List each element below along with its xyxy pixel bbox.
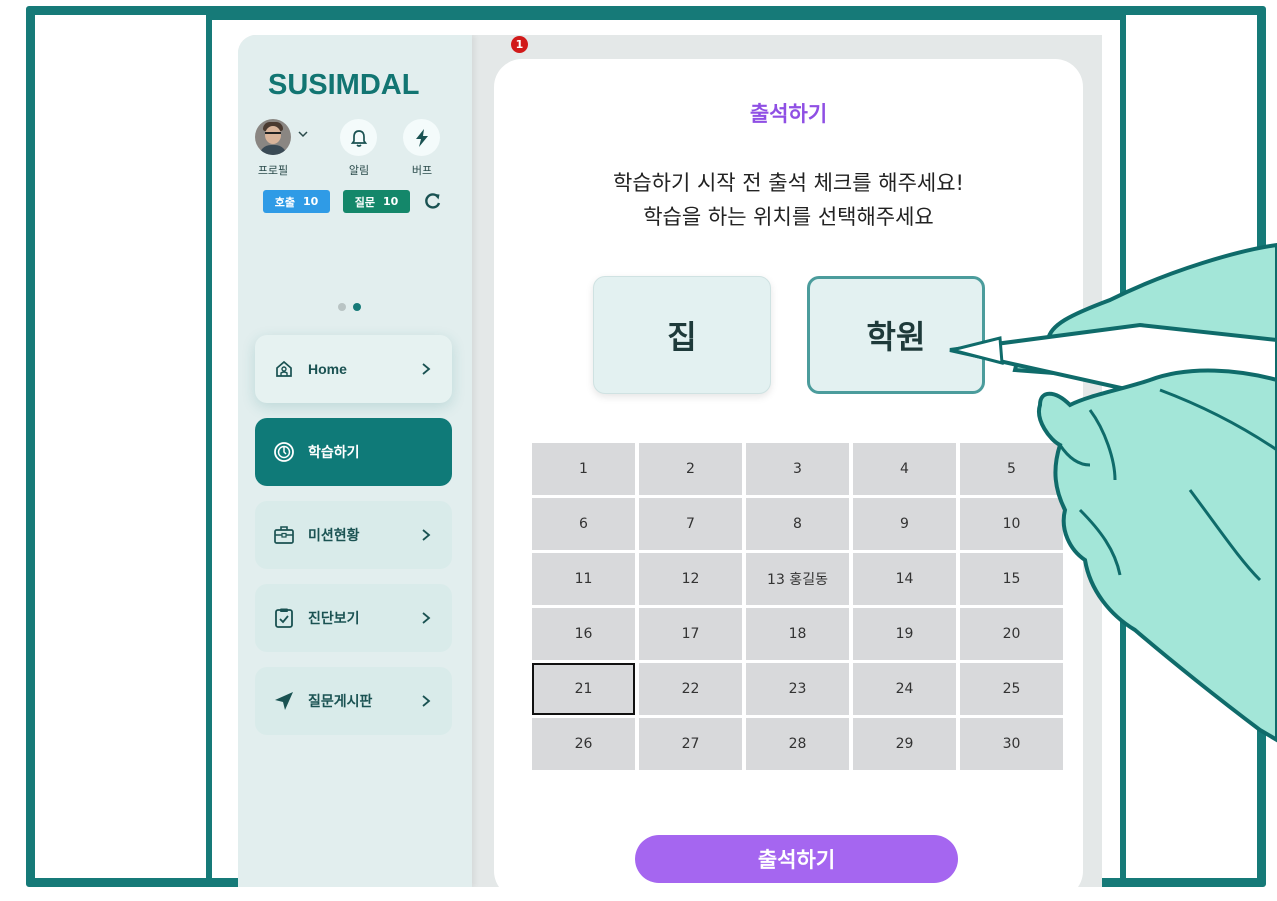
sidebar-item-mission[interactable]: 미션현황 [255,501,452,569]
send-icon [273,690,295,712]
home-icon [273,358,295,380]
sidebar-item-label: 학습하기 [308,445,360,461]
lightning-icon [415,128,428,147]
seat-cell[interactable]: 16 [532,608,635,660]
notification-badge[interactable]: 1 [511,36,528,53]
instruction-line-1: 학습하기 시작 전 출석 체크를 해주세요! [613,171,964,195]
bell-icon [350,129,367,147]
seat-cell[interactable]: 23 [746,663,849,715]
seat-cell[interactable]: 11 [532,553,635,605]
page-indicator [338,303,361,311]
refresh-icon[interactable] [424,192,442,210]
page-dot-active[interactable] [353,303,361,311]
location-home-button[interactable]: 집 [593,276,771,394]
seat-cell[interactable]: 26 [532,718,635,770]
sidebar: SUSIMDAL 프로필 알림 버프 호출 10 질문 10 Home 학습하기… [238,35,472,887]
sidebar-item-home[interactable]: Home [255,335,452,403]
chevron-down-icon[interactable] [298,129,308,139]
question-badge-count: 10 [382,195,399,208]
call-badge-label: 호출 [274,195,295,209]
seat-cell[interactable]: 2 [639,443,742,495]
sidebar-item-diagnosis[interactable]: 진단보기 [255,584,452,652]
sidebar-item-label: 진단보기 [308,611,360,627]
buff-label: 버프 [411,164,433,177]
sidebar-item-label: 질문게시판 [308,694,373,710]
seat-cell[interactable]: 17 [639,608,742,660]
attendance-submit-button[interactable]: 출석하기 [635,835,958,883]
brand-logo: SUSIMDAL [268,69,420,101]
chevron-right-icon [422,695,431,707]
alarm-label: 알림 [348,164,370,177]
sidebar-item-label: Home [308,361,347,377]
seat-cell[interactable]: 28 [746,718,849,770]
clipboard-check-icon [273,607,295,629]
seat-cell[interactable]: 8 [746,498,849,550]
sidebar-item-label: 미션현황 [308,528,360,544]
page-dot[interactable] [338,303,346,311]
hand-with-pen-illustration [949,242,1277,743]
seat-cell[interactable]: 7 [639,498,742,550]
sidebar-item-study[interactable]: 학습하기 [255,418,452,486]
seat-cell[interactable]: 13 홍길동 [746,553,849,605]
seat-cell[interactable]: 3 [746,443,849,495]
briefcase-icon [273,524,295,546]
chevron-right-icon [422,529,431,541]
seat-cell[interactable]: 18 [746,608,849,660]
instruction-line-2: 학습을 하는 위치를 선택해주세요 [643,205,934,229]
study-icon [273,441,295,463]
avatar[interactable] [255,119,291,155]
profile-label: 프로필 [257,164,289,177]
seat-cell[interactable]: 12 [639,553,742,605]
buff-button[interactable] [403,119,440,156]
frame-divider-top [206,14,1126,20]
seat-cell-selected[interactable]: 21 [532,663,635,715]
seat-cell[interactable]: 6 [532,498,635,550]
page-title: 출석하기 [749,102,828,126]
sidebar-item-question-board[interactable]: 질문게시판 [255,667,452,735]
seat-cell[interactable]: 1 [532,443,635,495]
seat-cell[interactable]: 22 [639,663,742,715]
question-badge[interactable]: 질문 10 [343,190,410,213]
seat-cell[interactable]: 27 [639,718,742,770]
chevron-right-icon [422,612,431,624]
call-badge-count: 10 [302,195,319,208]
call-badge[interactable]: 호출 10 [263,190,330,213]
question-badge-label: 질문 [354,195,375,209]
frame-divider-left [206,14,212,887]
alarm-button[interactable] [340,119,377,156]
chevron-right-icon [422,363,431,375]
